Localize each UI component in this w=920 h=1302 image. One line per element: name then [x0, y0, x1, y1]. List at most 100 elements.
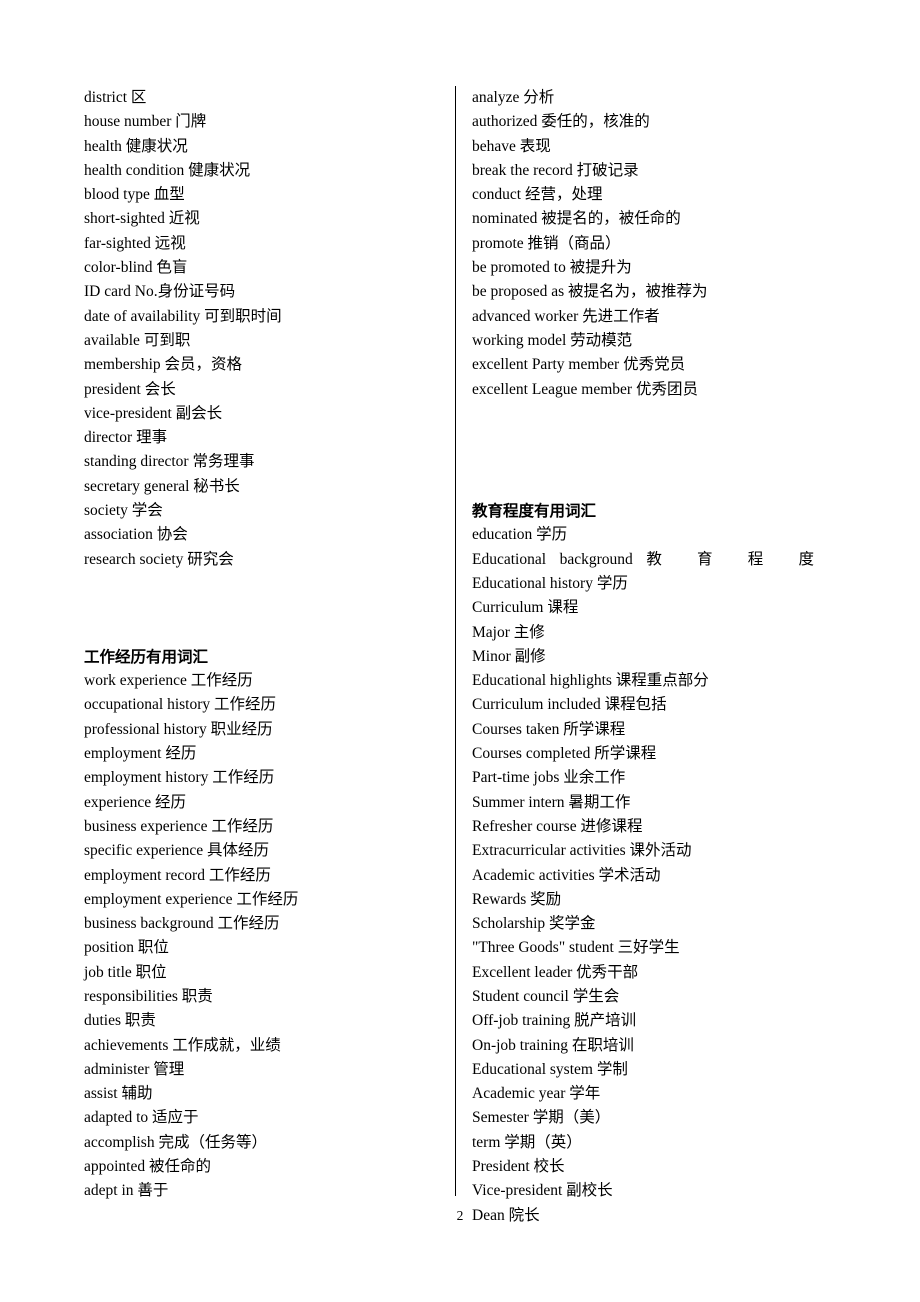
section-heading-education-level: 教育程度有用词汇	[472, 502, 597, 521]
two-column-body: district 区 house number 门牌 health 健康状况 h…	[0, 86, 920, 1224]
vocab-entry: Off-job training 脱产培训	[472, 1012, 637, 1030]
vocab-entry: employment record 工作经历	[84, 866, 271, 884]
vocab-entry: date of availability 可到职时间	[84, 307, 282, 325]
vocab-entry: experience 经历	[84, 793, 186, 811]
vocab-entry: employment history 工作经历	[84, 769, 275, 787]
vocab-entry: analyze 分析	[472, 89, 555, 106]
vocab-entry: Rewards 奖励	[472, 890, 562, 908]
vocab-entry: work experience 工作经历	[84, 672, 253, 690]
vocab-entry: Academic year 学年	[472, 1085, 601, 1103]
vocab-entry: Curriculum 课程	[472, 599, 579, 617]
section-heading-work-experience: 工作经历有用词汇	[84, 647, 209, 666]
vocab-entry: adapted to 适应于	[84, 1109, 199, 1127]
vocab-entry: conduct 经营，处理	[472, 186, 603, 204]
vocab-entry: position 职位	[84, 939, 169, 957]
vocab-entry: vice-president 副会长	[84, 404, 223, 422]
vocab-entry-justified: Educational background 教 育 程 度 Education…	[472, 548, 820, 597]
vocab-entry: working model 劳动模范	[472, 331, 633, 349]
vocab-entry: break the record 打破记录	[472, 161, 639, 179]
vocab-entry: president 会长	[84, 380, 176, 398]
vocab-entry: Major 主修	[472, 623, 545, 641]
vocab-entry: business experience 工作经历	[84, 817, 274, 835]
vocab-entry: secretary general 秘书长	[84, 477, 240, 495]
vocab-entry: achievements 工作成就，业绩	[84, 1036, 281, 1054]
vocab-entry: director 理事	[84, 429, 168, 447]
vocab-entry: health condition 健康状况	[84, 161, 251, 179]
vocab-entry: excellent Party member 优秀党员	[472, 356, 686, 374]
vocab-entry: be promoted to 被提升为	[472, 259, 632, 277]
vocab-entry: Student council 学生会	[472, 987, 620, 1005]
vocab-entry: Educational highlights 课程重点部分	[472, 672, 709, 690]
vocab-entry: Courses taken 所学课程	[472, 720, 626, 738]
vocab-entry: authorized 委任的，核准的	[472, 113, 650, 131]
justified-part-3: 教 育 程 度	[646, 550, 821, 568]
vocab-entry: Minor 副修	[472, 647, 546, 665]
vocab-entry: short-sighted 近视	[84, 210, 200, 228]
vocab-entry: Extracurricular activities 课外活动	[472, 842, 692, 860]
vocab-entry: membership 会员，资格	[84, 356, 242, 374]
vocab-entry: standing director 常务理事	[84, 453, 255, 471]
vocab-entry: employment experience 工作经历	[84, 890, 299, 908]
vocab-entry: color-blind 色盲	[84, 259, 188, 277]
vocab-entry: Semester 学期（美）	[472, 1109, 611, 1127]
justified-part-1: Educational	[472, 550, 547, 568]
vocab-entry: On-job training 在职培训	[472, 1036, 634, 1054]
document-page: district 区 house number 门牌 health 健康状况 h…	[0, 0, 920, 1302]
vocab-entry: Curriculum included 课程包括	[472, 696, 667, 714]
vocab-entry: advanced worker 先进工作者	[472, 307, 660, 325]
vocab-entry: term 学期（英）	[472, 1133, 582, 1151]
vocab-entry: excellent League member 优秀团员	[472, 380, 698, 398]
vocab-entry: behave 表现	[472, 137, 551, 155]
vocab-entry: business background 工作经历	[84, 915, 280, 933]
vocab-entry: Refresher course 进修课程	[472, 817, 643, 835]
justified-part-6: 学历	[596, 574, 628, 592]
vocab-entry: Academic activities 学术活动	[472, 866, 661, 884]
vocab-entry: society 学会	[84, 502, 163, 520]
vocab-entry: nominated 被提名的，被任命的	[472, 210, 681, 228]
vocab-entry: duties 职责	[84, 1012, 156, 1030]
vocab-entry: Excellent leader 优秀干部	[472, 963, 639, 981]
vocab-entry: President 校长	[472, 1158, 565, 1176]
vocab-entry: education 学历	[472, 526, 568, 544]
vocab-entry: promote 推销（商品）	[472, 234, 621, 252]
vocab-entry: job title 职位	[84, 963, 167, 981]
vocab-entry: occupational history 工作经历	[84, 696, 276, 714]
vocab-entry: employment 经历	[84, 745, 197, 763]
left-column: district 区 house number 门牌 health 健康状况 h…	[84, 86, 434, 1204]
vocab-entry: association 协会	[84, 526, 188, 544]
vocab-entry: administer 管理	[84, 1060, 185, 1078]
vocab-entry: Scholarship 奖学金	[472, 915, 596, 933]
vocab-entry: responsibilities 职责	[84, 987, 213, 1005]
page-number: 2	[456, 1208, 464, 1223]
left-vocab-list-1: district 区 house number 门牌 health 健康状况 h…	[84, 86, 434, 572]
vocab-entry: accomplish 完成（任务等）	[84, 1133, 267, 1151]
vocab-entry: Part-time jobs 业余工作	[472, 769, 626, 787]
vocab-entry: ID card No.身份证号码	[84, 283, 236, 301]
vocab-entry: far-sighted 远视	[84, 234, 186, 252]
vocab-entry: district 区	[84, 89, 147, 106]
vocab-entry: adept in 善于	[84, 1182, 169, 1200]
right-column: analyze 分析 authorized 委任的，核准的 behave 表现 …	[472, 86, 822, 1228]
vocab-entry: available 可到职	[84, 331, 191, 349]
vocab-entry: Vice-president 副校长	[472, 1182, 613, 1200]
vocab-entry: blood type 血型	[84, 186, 185, 204]
vocab-entry: house number 门牌	[84, 113, 207, 131]
vocab-entry: "Three Goods" student 三好学生	[472, 939, 680, 957]
vocab-entry: Courses completed 所学课程	[472, 745, 657, 763]
right-vocab-list-1: analyze 分析 authorized 委任的，核准的 behave 表现 …	[472, 86, 822, 402]
justified-part-4: Educational	[472, 574, 547, 592]
vocab-entry: health 健康状况	[84, 137, 188, 155]
vocab-entry: assist 辅助	[84, 1085, 153, 1103]
right-vocab-list-2: education 学历 Educational background 教 育 …	[472, 523, 822, 1228]
vocab-entry: research society 研究会	[84, 550, 234, 568]
column-divider	[455, 86, 456, 1196]
justified-part-5: history	[549, 574, 593, 592]
left-vocab-list-2: work experience 工作经历 occupational histor…	[84, 669, 434, 1204]
justified-part-2: background	[559, 550, 633, 568]
vocab-entry: appointed 被任命的	[84, 1158, 211, 1176]
vocab-entry: Summer intern 暑期工作	[472, 793, 631, 811]
vocab-entry: Educational system 学制	[472, 1060, 628, 1078]
vocab-entry: be proposed as 被提名为，被推荐为	[472, 283, 708, 301]
